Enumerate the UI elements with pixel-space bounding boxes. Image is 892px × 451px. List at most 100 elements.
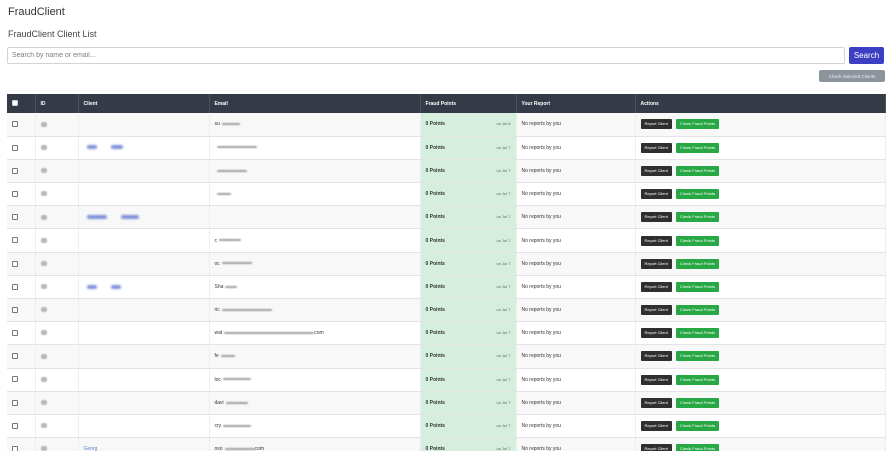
row-checkbox[interactable]: [12, 283, 18, 290]
row-checkbox[interactable]: [12, 237, 18, 244]
report-client-button[interactable]: Report Client: [640, 374, 672, 385]
check-fraud-points-button[interactable]: Check Fraud Points: [675, 351, 719, 362]
client-name-link[interactable]: Georg: [84, 446, 98, 451]
check-fraud-points-button[interactable]: Check Fraud Points: [675, 142, 719, 153]
row-select-cell[interactable]: [7, 414, 36, 439]
row-select-cell[interactable]: [7, 344, 36, 369]
check-fraud-points-button[interactable]: Check Fraud Points: [675, 397, 719, 408]
fraud-points-value: 0 Points: [425, 353, 445, 360]
check-fraud-points-button[interactable]: Check Fraud Points: [675, 328, 719, 339]
row-checkbox[interactable]: [12, 190, 18, 197]
check-fraud-points-button[interactable]: Check Fraud Points: [675, 119, 719, 130]
report-client-button[interactable]: Report Client: [640, 212, 672, 223]
select-all-checkbox[interactable]: [12, 100, 18, 107]
report-client-button[interactable]: Report Client: [640, 142, 672, 153]
row-select-cell[interactable]: [7, 136, 36, 160]
check-fraud-points-button[interactable]: Check Fraud Points: [675, 281, 719, 292]
check-fraud-points-button[interactable]: Check Fraud Points: [675, 212, 719, 223]
table-row: 0 Points on Jul 7 No reports by you Report …: [7, 159, 886, 184]
fraud-points-cell: 0 Points on Jul 7: [420, 159, 517, 184]
column-header-client: Client: [78, 94, 210, 113]
row-select-cell[interactable]: [7, 228, 36, 253]
select-all-header[interactable]: [7, 94, 36, 113]
fraud-points-cell: 0 Points on Jul 7: [420, 275, 517, 300]
your-report-cell: No reports by you: [516, 391, 636, 415]
redacted-id: [40, 168, 47, 174]
redacted-email: [221, 123, 240, 126]
client-id-cell: [35, 275, 79, 300]
actions-cell: Report Client Check Fraud Points: [635, 344, 886, 369]
row-checkbox[interactable]: [12, 330, 18, 337]
row-checkbox[interactable]: [12, 399, 18, 406]
row-select-cell[interactable]: [7, 205, 36, 230]
actions-cell: Report Client Check Fraud Points: [635, 368, 886, 392]
report-client-button[interactable]: Report Client: [640, 165, 672, 176]
row-select-cell[interactable]: [7, 275, 36, 300]
row-checkbox[interactable]: [12, 260, 18, 267]
search-button[interactable]: Search: [849, 47, 884, 64]
check-fraud-points-button[interactable]: Check Fraud Points: [675, 421, 719, 432]
row-select-cell[interactable]: [7, 182, 36, 207]
report-client-button[interactable]: Report Client: [640, 305, 672, 316]
redacted-id: [40, 284, 47, 290]
row-checkbox[interactable]: [12, 167, 18, 174]
client-name-cell: [78, 136, 210, 160]
row-checkbox[interactable]: [12, 422, 18, 429]
row-checkbox[interactable]: [12, 376, 18, 383]
check-fraud-points-button[interactable]: Check Fraud Points: [675, 305, 719, 316]
report-client-button[interactable]: Report Client: [640, 351, 672, 362]
client-table: ID Client Email Fraud Points Your Report…: [7, 94, 886, 451]
row-select-cell[interactable]: [7, 298, 36, 323]
report-client-button[interactable]: Report Client: [640, 444, 672, 451]
report-client-button[interactable]: Report Client: [640, 397, 672, 408]
row-select-cell[interactable]: [7, 113, 36, 137]
fraud-points-date: on Jul 7: [496, 260, 511, 266]
report-client-button[interactable]: Report Client: [640, 189, 672, 200]
fraud-points-value: 0 Points: [425, 423, 445, 430]
row-select-cell[interactable]: [7, 252, 36, 276]
your-report-cell: No reports by you: [516, 298, 636, 323]
report-client-button[interactable]: Report Client: [640, 328, 672, 339]
check-fraud-points-button[interactable]: Check Fraud Points: [675, 444, 719, 451]
report-client-button[interactable]: Report Client: [640, 281, 672, 292]
client-name-cell: [78, 228, 210, 253]
table-row: c0 Points on Jul 7 No reports by you Report…: [7, 228, 886, 253]
table-row: ric 0 Points on Jul 7 No reports by you Repo…: [7, 298, 886, 323]
client-id-cell: [35, 113, 79, 137]
row-checkbox[interactable]: [12, 446, 18, 451]
report-client-button[interactable]: Report Client: [640, 258, 672, 269]
table-row: 0 Points on Jul 7 No reports by you Report …: [7, 205, 886, 230]
row-checkbox[interactable]: [12, 306, 18, 313]
report-client-button[interactable]: Report Client: [640, 119, 672, 130]
check-fraud-points-button[interactable]: Check Fraud Points: [675, 189, 719, 200]
row-checkbox[interactable]: [12, 214, 18, 221]
check-fraud-points-button[interactable]: Check Fraud Points: [675, 374, 719, 385]
report-client-button[interactable]: Report Client: [640, 235, 672, 246]
redacted-name: [86, 145, 97, 150]
your-report-cell: No reports by you: [516, 275, 636, 300]
fraud-points-cell: 0 Points on Jul 7: [420, 321, 517, 346]
check-fraud-points-button[interactable]: Check Fraud Points: [675, 165, 719, 176]
report-client-button[interactable]: Report Client: [640, 421, 672, 432]
check-fraud-points-button[interactable]: Check Fraud Points: [675, 258, 719, 269]
fraud-points-date: on Jul 7: [496, 330, 511, 336]
row-select-cell[interactable]: [7, 437, 36, 451]
check-fraud-points-button[interactable]: Check Fraud Points: [675, 235, 719, 246]
row-checkbox[interactable]: [12, 353, 18, 360]
row-select-cell[interactable]: [7, 321, 36, 346]
fraud-points-cell: 0 Points on Jul 7: [420, 298, 517, 323]
search-input[interactable]: [7, 47, 845, 64]
fraud-points-date: on Jul 7: [496, 144, 511, 150]
redacted-id: [40, 330, 47, 336]
email-text: c: [214, 237, 218, 244]
row-checkbox[interactable]: [12, 121, 18, 128]
row-select-cell[interactable]: [7, 368, 36, 392]
row-checkbox[interactable]: [12, 144, 18, 151]
row-select-cell[interactable]: [7, 159, 36, 184]
client-id-cell: [35, 368, 79, 392]
redacted-id: [40, 214, 47, 220]
client-id-cell: [35, 228, 79, 253]
row-select-cell[interactable]: [7, 391, 36, 415]
email-text: su: [214, 121, 220, 128]
check-selected-clients-button[interactable]: Check Selected Clients: [819, 70, 885, 82]
